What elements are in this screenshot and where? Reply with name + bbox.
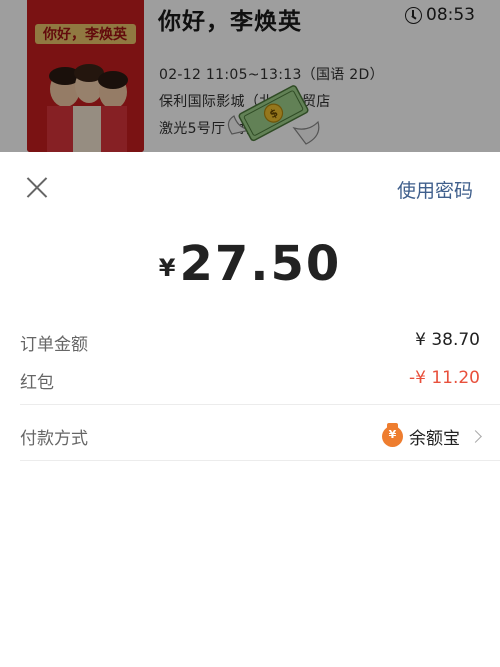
close-icon[interactable] (24, 174, 50, 200)
order-amount-label: 订单金额 (20, 335, 88, 355)
money-bag-icon (382, 423, 403, 447)
order-header: 你好，李焕英 你好，李焕英 08:53 02-12 11:05~13:13（国语… (0, 0, 500, 152)
payment-sheet: 使用密码 ¥27.50 订单金额 ¥ 38.70 红包 -¥ 11.20 付款方… (0, 152, 500, 667)
dim-overlay[interactable] (0, 0, 500, 152)
payment-method-selector[interactable]: 余额宝 (382, 423, 482, 449)
amount-value: 27.50 (179, 236, 342, 292)
divider (20, 460, 500, 461)
payment-method-value: 余额宝 (409, 429, 460, 449)
red-packet-label: 红包 (20, 373, 54, 393)
chevron-right-icon (469, 430, 482, 443)
payment-method-row[interactable]: 付款方式 余额宝 (0, 416, 500, 456)
payment-amount: ¥27.50 (0, 236, 500, 292)
divider (20, 404, 500, 405)
red-packet-value: -¥ 11.20 (408, 368, 480, 388)
red-packet-row: 红包 -¥ 11.20 (0, 360, 500, 400)
order-amount-value: ¥ 38.70 (415, 330, 480, 350)
use-password-button[interactable]: 使用密码 (397, 176, 473, 203)
currency-symbol: ¥ (158, 254, 176, 282)
order-amount-row: 订单金额 ¥ 38.70 (0, 322, 500, 362)
payment-method-label: 付款方式 (20, 429, 88, 449)
